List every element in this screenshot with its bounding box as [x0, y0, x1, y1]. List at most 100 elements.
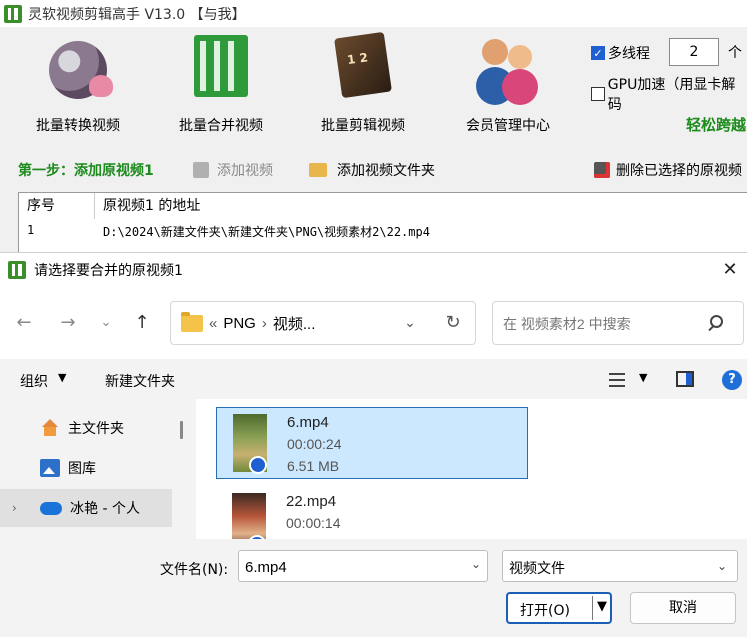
row-index: 1	[27, 223, 35, 237]
view-dropdown-icon[interactable]: ▼	[639, 371, 647, 384]
app-titlebar: 灵软视频剪辑高手 V13.0 【与我】	[0, 0, 747, 27]
breadcrumb-video-folder[interactable]: 视频...	[273, 313, 316, 334]
help-icon[interactable]: ?	[722, 370, 742, 390]
gpu-option[interactable]: GPU加速（用显卡解码	[591, 74, 747, 114]
open-file-dialog: 请选择要合并的原视频1 ✕ ← → ⌄ ↑ « PNG › 视频... ⌄ ↻ …	[0, 252, 747, 637]
video-table[interactable]: 序号 原视频1 的地址 1 D:\2024\新建文件夹\新建文件夹\PNG\视频…	[18, 192, 747, 260]
add-video-button[interactable]: 添加视频	[193, 160, 273, 180]
chevron-down-icon[interactable]: ⌄	[471, 557, 481, 571]
multithread-label: 多线程	[608, 46, 650, 62]
open-button[interactable]: 打开(O) ▼	[506, 592, 612, 624]
preview-pane-icon[interactable]	[676, 371, 694, 387]
dialog-titlebar: 请选择要合并的原视频1 ✕	[0, 253, 747, 287]
address-bar[interactable]: « PNG › 视频...	[170, 301, 476, 345]
row-path: D:\2024\新建文件夹\新建文件夹\PNG\视频素材2\22.mp4	[103, 225, 430, 239]
add-folder-label: 添加视频文件夹	[337, 163, 435, 179]
multithread-option[interactable]: ✓ 多线程	[591, 43, 650, 63]
dialog-footer: 文件名(N): ⌄ 视频文件 ⌄ 打开(O) ▼ 取消	[0, 539, 747, 637]
filename-input[interactable]	[245, 557, 455, 577]
dialog-title: 请选择要合并的原视频1	[34, 263, 183, 279]
video-file-icon	[249, 456, 267, 474]
breadcrumb-png[interactable]: PNG	[223, 315, 256, 332]
file-type-value: 视频文件	[509, 561, 565, 577]
dialog-app-icon	[8, 261, 26, 279]
batch-merge-button[interactable]: 批量合并视频	[161, 35, 281, 145]
address-dropdown-chevron-icon[interactable]: ⌄	[400, 301, 420, 345]
promo-text[interactable]: 轻松跨越	[686, 114, 746, 135]
gallery-icon	[40, 459, 60, 477]
home-icon	[40, 419, 60, 437]
filename-label: 文件名(N):	[160, 562, 229, 578]
file-item-6mp4[interactable]: 6.mp4 00:00:24 6.51 MB	[216, 407, 528, 479]
film-strip-icon	[334, 31, 392, 99]
search-box[interactable]	[492, 301, 744, 345]
search-input[interactable]	[503, 312, 703, 336]
folder-icon	[181, 311, 203, 332]
refresh-icon[interactable]: ↻	[440, 301, 466, 345]
column-header-index[interactable]: 序号	[19, 193, 95, 219]
film-reel-icon	[49, 41, 113, 99]
filename-field[interactable]: ⌄	[238, 550, 488, 582]
sidebar-item-home[interactable]: 主文件夹	[0, 409, 172, 447]
close-icon[interactable]: ✕	[713, 253, 747, 287]
file-duration: 00:00:24	[287, 436, 342, 452]
main-app-window: 灵软视频剪辑高手 V13.0 【与我】 批量转换视频 批量合并视频 批量剪辑视频…	[0, 0, 747, 260]
sidebar-item-label: 主文件夹	[68, 421, 124, 437]
pane-splitter[interactable]	[180, 421, 183, 439]
chevron-down-icon[interactable]: ⌄	[717, 559, 727, 573]
open-dropdown-icon[interactable]: ▼	[597, 599, 607, 614]
video-thumbnail	[232, 493, 266, 539]
batch-merge-label: 批量合并视频	[179, 118, 263, 134]
thread-unit-label: 个	[728, 45, 742, 61]
organize-menu[interactable]: 组织	[20, 371, 48, 391]
back-arrow-icon[interactable]: ←	[12, 311, 36, 335]
split-divider	[592, 596, 593, 620]
file-type-select[interactable]: 视频文件 ⌄	[502, 550, 738, 582]
recent-locations-chevron-icon[interactable]: ⌄	[94, 311, 118, 335]
command-bar: 组织 ▼ 新建文件夹 ▼ ?	[0, 359, 747, 399]
batch-convert-button[interactable]: 批量转换视频	[18, 35, 138, 145]
delete-selected-label: 删除已选择的原视频	[616, 163, 742, 179]
add-folder-button[interactable]: 添加视频文件夹	[309, 160, 435, 180]
navigation-pane: 主文件夹 图库 › 冰艳 - 个人	[0, 399, 175, 539]
column-header-path[interactable]: 原视频1 的地址	[95, 193, 747, 219]
delete-icon	[594, 162, 610, 178]
multithread-checkbox[interactable]: ✓	[591, 46, 605, 60]
app-title: 灵软视频剪辑高手 V13.0 【与我】	[28, 6, 246, 23]
gpu-label: GPU加速（用显卡解码	[607, 77, 736, 113]
merge-video-icon	[194, 35, 248, 97]
delete-selected-button[interactable]: 删除已选择的原视频	[594, 160, 742, 180]
file-list: 6.mp4 00:00:24 6.51 MB 22.mp4 00:00:14	[196, 399, 747, 539]
app-logo-icon	[4, 4, 22, 23]
users-icon	[476, 35, 540, 95]
address-overflow[interactable]: «	[209, 315, 217, 332]
sidebar-item-label: 图库	[68, 461, 96, 477]
member-center-button[interactable]: 会员管理中心	[448, 35, 568, 145]
sidebar-item-label: 冰艳 - 个人	[70, 501, 140, 517]
search-icon[interactable]	[707, 314, 727, 334]
cancel-button[interactable]: 取消	[630, 592, 736, 624]
thread-count-input[interactable]: 2	[669, 38, 719, 66]
expand-chevron-icon[interactable]: ›	[12, 501, 17, 515]
step-label: 第一步：添加原视频1	[18, 163, 154, 179]
sidebar-item-onedrive[interactable]: › 冰艳 - 个人	[0, 489, 172, 527]
member-center-label: 会员管理中心	[466, 118, 550, 134]
add-video-label: 添加视频	[217, 163, 273, 179]
video-icon	[193, 162, 209, 178]
breadcrumb-separator: ›	[261, 314, 267, 332]
organize-dropdown-icon[interactable]: ▼	[58, 371, 66, 384]
cloud-icon	[40, 501, 62, 515]
new-folder-button[interactable]: 新建文件夹	[105, 371, 175, 391]
forward-arrow-icon[interactable]: →	[56, 311, 80, 335]
batch-edit-label: 批量剪辑视频	[321, 118, 405, 134]
file-item-22mp4[interactable]: 22.mp4 00:00:14	[216, 487, 528, 539]
batch-convert-label: 批量转换视频	[36, 118, 120, 134]
file-size: 6.51 MB	[287, 458, 340, 474]
batch-edit-button[interactable]: 批量剪辑视频	[303, 31, 423, 145]
up-arrow-icon[interactable]: ↑	[130, 311, 154, 335]
sidebar-item-gallery[interactable]: 图库	[0, 449, 172, 487]
folder-add-icon	[309, 163, 327, 177]
navigation-bar: ← → ⌄ ↑ « PNG › 视频... ⌄ ↻	[0, 287, 747, 359]
gpu-checkbox[interactable]	[591, 87, 605, 101]
view-options-icon[interactable]	[609, 373, 625, 387]
